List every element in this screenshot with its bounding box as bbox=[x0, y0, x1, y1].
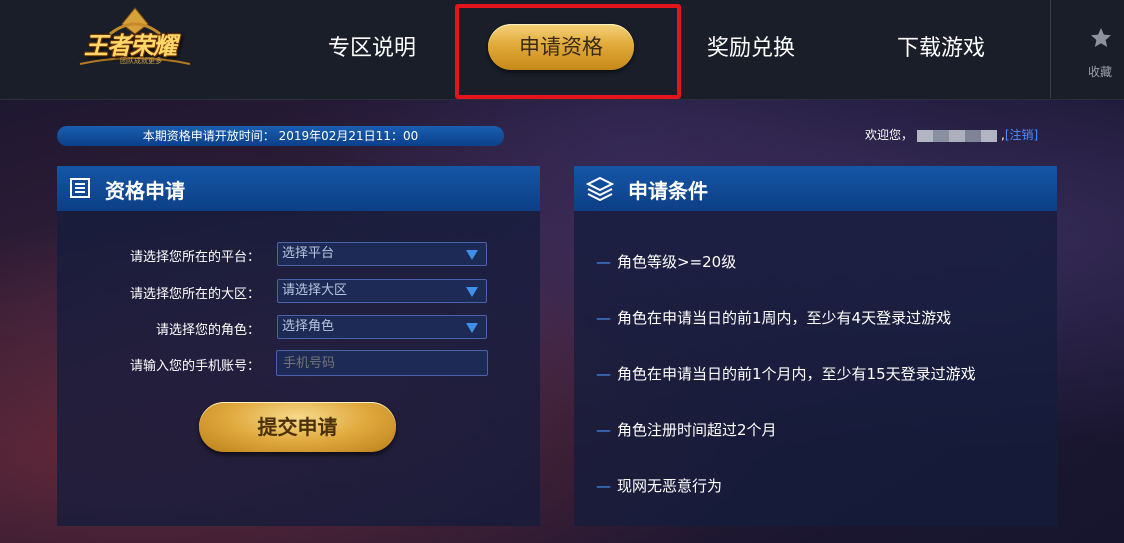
document-icon bbox=[70, 178, 90, 198]
logo-subtitle: 团队成就更多 bbox=[120, 57, 162, 65]
game-logo[interactable]: 王者荣耀 团队成就更多 bbox=[70, 4, 200, 76]
apply-panel-header: 资格申请 bbox=[57, 166, 540, 211]
condition-item: — 角色在申请当日的前1个月内，至少有15天登录过游戏 bbox=[596, 363, 976, 384]
phone-label: 请输入您的手机账号： bbox=[129, 359, 260, 374]
dash-icon: — bbox=[596, 253, 611, 271]
condition-item: — 角色在申请当日的前1周内，至少有4天登录过游戏 bbox=[596, 307, 951, 328]
star-icon bbox=[1091, 28, 1111, 47]
favorite-label: 收藏 bbox=[1088, 65, 1113, 79]
dash-icon: — bbox=[596, 365, 611, 383]
dash-icon: — bbox=[596, 421, 611, 439]
conditions-panel-title: 申请条件 bbox=[628, 179, 708, 203]
nav-download-game[interactable]: 下载游戏 bbox=[897, 30, 985, 62]
region-select[interactable]: 请选择大区 bbox=[277, 279, 487, 303]
highlight-annotation-box bbox=[455, 4, 681, 99]
nav-zone-intro[interactable]: 专区说明 bbox=[328, 30, 416, 62]
apply-panel: 资格申请 bbox=[57, 166, 540, 526]
condition-item: — 现网无恶意行为 bbox=[596, 475, 722, 496]
conditions-panel: 申请条件 bbox=[574, 166, 1057, 526]
favorite-button[interactable]: 收藏 bbox=[1050, 0, 1124, 98]
platform-label: 请选择您所在的平台： bbox=[129, 250, 260, 265]
role-label: 请选择您的角色： bbox=[155, 323, 260, 338]
platform-select[interactable]: 选择平台 bbox=[277, 242, 487, 266]
layers-icon bbox=[586, 176, 614, 202]
logout-link[interactable]: [注销] bbox=[1005, 128, 1038, 142]
role-select[interactable]: 选择角色 bbox=[277, 315, 487, 339]
open-time-notice: 本期资格申请开放时间： 2019年02月21日11：00 bbox=[57, 126, 504, 146]
nav-reward-exchange[interactable]: 奖励兑换 bbox=[707, 30, 795, 62]
condition-item: — 角色注册时间超过2个月 bbox=[596, 419, 777, 440]
role-select-value: 选择角色 bbox=[282, 319, 335, 334]
condition-text: 现网无恶意行为 bbox=[617, 477, 723, 495]
condition-item: — 角色等级>=20级 bbox=[596, 251, 736, 272]
region-label: 请选择您所在的大区： bbox=[129, 287, 260, 302]
dropdown-caret-icon bbox=[466, 323, 478, 333]
dropdown-caret-icon bbox=[466, 250, 478, 260]
condition-text: 角色注册时间超过2个月 bbox=[617, 421, 777, 439]
region-select-value: 请选择大区 bbox=[282, 283, 348, 298]
condition-text: 角色等级>=20级 bbox=[617, 253, 737, 271]
top-navigation-bar: 王者荣耀 团队成就更多 专区说明 申请资格 奖励兑换 下载游戏 收藏 bbox=[0, 0, 1124, 100]
phone-input[interactable] bbox=[276, 350, 488, 376]
blurred-username bbox=[917, 129, 998, 142]
condition-text: 角色在申请当日的前1个月内，至少有15天登录过游戏 bbox=[617, 365, 976, 383]
welcome-text: 欢迎您， bbox=[865, 128, 914, 142]
conditions-panel-header: 申请条件 bbox=[574, 166, 1057, 211]
dropdown-caret-icon bbox=[466, 287, 478, 297]
condition-text: 角色在申请当日的前1周内，至少有4天登录过游戏 bbox=[617, 309, 952, 327]
user-welcome: 欢迎您， ,[注销] bbox=[865, 126, 1038, 143]
dash-icon: — bbox=[596, 477, 611, 495]
platform-select-value: 选择平台 bbox=[282, 246, 335, 261]
submit-application-button[interactable]: 提交申请 bbox=[199, 402, 396, 452]
apply-panel-title: 资格申请 bbox=[105, 179, 185, 203]
dash-icon: — bbox=[596, 309, 611, 327]
